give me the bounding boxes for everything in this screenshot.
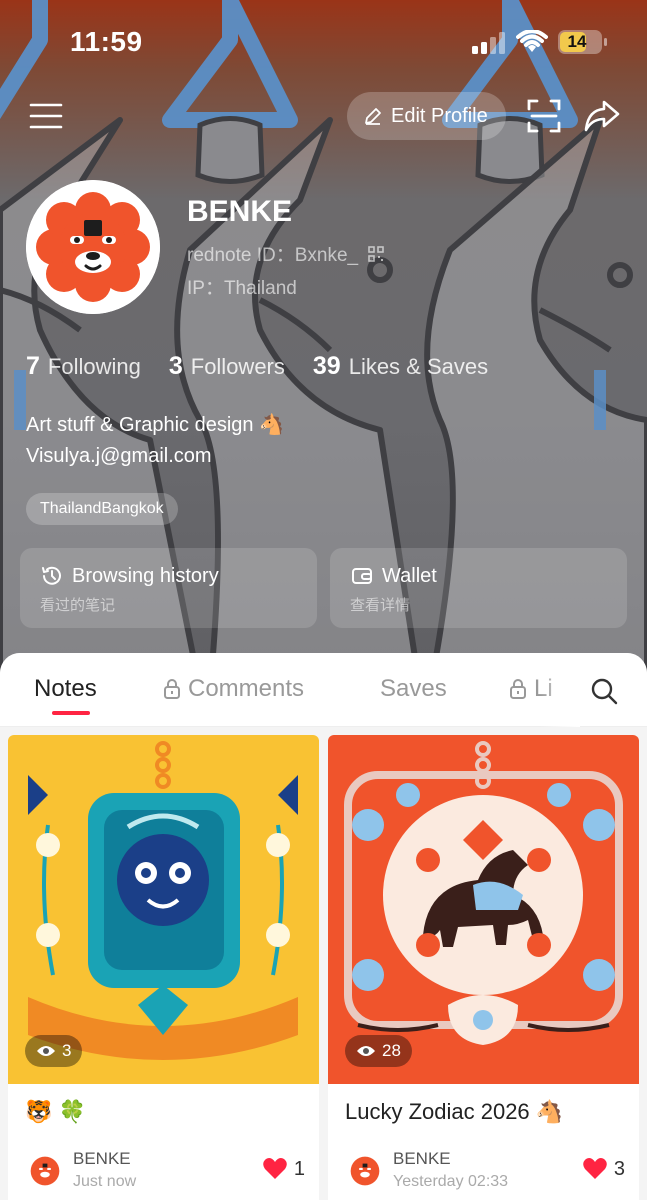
tiger-talisman-artwork bbox=[8, 735, 319, 1084]
zodiac-horse-artwork bbox=[328, 735, 639, 1084]
note-footer: BENKE Just now 1 bbox=[25, 1147, 305, 1197]
stat-label: Likes & Saves bbox=[348, 354, 489, 379]
author-avatar[interactable] bbox=[29, 1155, 61, 1187]
note-card[interactable]: 3 🐯 🍀 BENKE Just now 1 bbox=[8, 735, 319, 1200]
profile-banner: 11:59 14 Edit Profile BENKE rednote ID：B… bbox=[0, 0, 647, 690]
note-title: Lucky Zodiac 2026 🐴 bbox=[345, 1099, 564, 1124]
lion-mascot-avatar bbox=[350, 1156, 380, 1186]
profile-bio: Art stuff & Graphic design 🐴 Visulya.j@g… bbox=[26, 410, 284, 472]
like-button[interactable]: 3 bbox=[582, 1157, 625, 1181]
stat-value: 3 bbox=[168, 352, 183, 380]
qr-code-icon[interactable] bbox=[368, 245, 384, 262]
lion-mascot-avatar bbox=[26, 180, 160, 314]
cellular-signal-icon bbox=[472, 32, 505, 54]
bio-email: Visulya.j@gmail.com bbox=[26, 445, 212, 467]
profile-ip: IP：Thailand bbox=[187, 278, 297, 299]
tab-saves[interactable]: Saves bbox=[380, 675, 447, 703]
like-button[interactable]: 1 bbox=[262, 1157, 305, 1181]
tab-label: Comments bbox=[188, 675, 305, 702]
wallet-icon bbox=[352, 568, 372, 584]
profile-tabs: Notes Comments Saves Li bbox=[0, 653, 647, 727]
eye-icon bbox=[37, 1046, 55, 1056]
profile-id-row[interactable]: rednote ID：Bxnke_ bbox=[187, 240, 384, 267]
lion-mascot-avatar bbox=[30, 1156, 60, 1186]
bio-line: Art stuff & Graphic design 🐴 bbox=[26, 414, 284, 436]
profile-id: rednote ID：Bxnke_ bbox=[187, 245, 359, 266]
tab-notes[interactable]: Notes bbox=[34, 675, 97, 703]
scan-icon[interactable] bbox=[526, 98, 562, 134]
author-name: BENKE bbox=[73, 1149, 131, 1168]
view-count: 28 bbox=[382, 1041, 401, 1060]
card-subtitle: 查看详情 bbox=[350, 596, 411, 614]
stat-label: Following bbox=[47, 354, 141, 379]
stat-value: 39 bbox=[312, 352, 341, 380]
stat-label: Followers bbox=[190, 354, 285, 379]
card-subtitle: 看过的笔记 bbox=[40, 596, 116, 614]
location-tag[interactable]: ThailandBangkok bbox=[26, 493, 178, 525]
view-count-badge: 28 bbox=[345, 1035, 412, 1067]
like-count: 1 bbox=[293, 1157, 305, 1180]
card-title: Browsing history bbox=[72, 564, 219, 587]
browsing-history-card[interactable]: Browsing history 看过的笔记 bbox=[20, 548, 317, 628]
view-count-badge: 3 bbox=[25, 1035, 83, 1067]
tab-label: Notes bbox=[34, 675, 97, 702]
stat-likes-saves[interactable]: 39 Likes & Saves bbox=[313, 352, 488, 381]
lock-icon bbox=[510, 679, 526, 699]
post-time: Yesterday 02:33 bbox=[393, 1173, 509, 1190]
battery-icon: 14 bbox=[558, 30, 607, 54]
wallet-card[interactable]: Wallet 查看详情 bbox=[330, 548, 627, 628]
card-title: Wallet bbox=[382, 564, 437, 587]
tab-label: Saves bbox=[380, 675, 447, 702]
status-bar: 11:59 14 bbox=[0, 0, 647, 90]
active-tab-indicator bbox=[52, 711, 90, 715]
stat-followers[interactable]: 3 Followers bbox=[169, 352, 285, 381]
eye-icon bbox=[357, 1046, 375, 1056]
stats-row: 7 Following 3 Followers 39 Likes & Saves bbox=[26, 352, 488, 381]
note-title: 🐯 🍀 bbox=[25, 1099, 86, 1124]
tab-scroll-fade bbox=[540, 653, 580, 727]
profile-name: BENKE bbox=[187, 195, 293, 228]
edit-profile-label: Edit Profile bbox=[391, 104, 488, 127]
search-icon[interactable] bbox=[590, 677, 618, 705]
wifi-icon bbox=[516, 30, 548, 52]
heart-icon bbox=[583, 1158, 607, 1179]
edit-profile-button[interactable]: Edit Profile bbox=[347, 92, 506, 140]
note-footer: BENKE Yesterday 02:33 3 bbox=[345, 1147, 625, 1197]
post-time: Just now bbox=[73, 1173, 137, 1190]
menu-icon[interactable] bbox=[28, 100, 64, 132]
view-count: 3 bbox=[62, 1041, 72, 1060]
content-sheet: Notes Comments Saves Li bbox=[0, 653, 647, 1200]
clock-icon bbox=[42, 566, 61, 585]
tab-comments[interactable]: Comments bbox=[162, 675, 304, 703]
note-card[interactable]: 28 Lucky Zodiac 2026 🐴 BENKE Yesterday 0… bbox=[328, 735, 639, 1200]
like-count: 3 bbox=[613, 1157, 625, 1180]
battery-level: 14 bbox=[567, 32, 587, 51]
profile-avatar[interactable] bbox=[26, 180, 160, 314]
stat-value: 7 bbox=[26, 352, 40, 380]
author-name: BENKE bbox=[393, 1149, 451, 1168]
share-icon[interactable] bbox=[584, 98, 620, 134]
pencil-icon bbox=[365, 108, 381, 125]
lock-icon bbox=[164, 679, 180, 699]
top-nav: Edit Profile bbox=[0, 90, 647, 142]
status-time: 11:59 bbox=[70, 26, 143, 57]
stat-following[interactable]: 7 Following bbox=[26, 352, 141, 381]
author-avatar[interactable] bbox=[349, 1155, 381, 1187]
heart-icon bbox=[263, 1158, 287, 1179]
